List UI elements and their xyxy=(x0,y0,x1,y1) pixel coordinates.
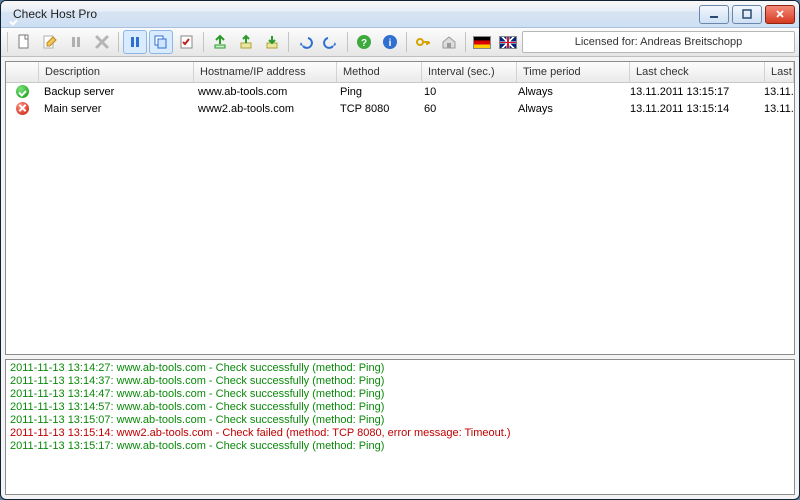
info-icon[interactable]: i xyxy=(378,30,402,54)
log-line: 2011-11-13 13:15:17: www.ab-tools.com - … xyxy=(10,440,790,453)
license-display: Licensed for: Andreas Breitschopp xyxy=(522,31,795,53)
export-up-icon[interactable] xyxy=(234,30,258,54)
window-controls xyxy=(699,5,799,24)
interval-cell: 60 xyxy=(418,102,512,116)
col-interval[interactable]: Interval (sec.) xyxy=(422,62,517,82)
key-icon[interactable] xyxy=(411,30,435,54)
close-button[interactable] xyxy=(765,5,795,24)
redo-icon[interactable] xyxy=(319,30,343,54)
status-error-icon xyxy=(16,102,29,115)
col-status[interactable] xyxy=(6,62,39,82)
window-title: Check Host Pro xyxy=(13,7,97,21)
title-bar: Check Host Pro xyxy=(1,1,799,28)
minimize-button[interactable] xyxy=(699,5,729,24)
export-down-icon[interactable] xyxy=(260,30,284,54)
export-green-icon[interactable] xyxy=(208,30,232,54)
log-line: 2011-11-13 13:15:14: www2.ab-tools.com -… xyxy=(10,427,790,440)
log-pane[interactable]: 2011-11-13 13:14:27: www.ab-tools.com - … xyxy=(5,359,795,495)
table-header: Description Hostname/IP address Method I… xyxy=(6,62,794,83)
undo-icon[interactable] xyxy=(293,30,317,54)
flag-uk-button[interactable] xyxy=(496,30,520,54)
table-body: Backup serverwww.ab-tools.comPing10Alway… xyxy=(6,83,794,354)
last-check-cell: 13.11.2011 13:15:14 xyxy=(624,102,758,116)
delete-icon[interactable] xyxy=(90,30,114,54)
new-icon[interactable] xyxy=(12,30,36,54)
host-list-pane: Description Hostname/IP address Method I… xyxy=(5,61,795,355)
col-description[interactable]: Description xyxy=(39,62,194,82)
log-line: 2011-11-13 13:14:57: www.ab-tools.com - … xyxy=(10,401,790,414)
last-check-cell: 13.11.2011 13:15:17 xyxy=(624,85,758,99)
flag-de-button[interactable] xyxy=(470,30,494,54)
edit-icon[interactable] xyxy=(38,30,62,54)
period-cell: Always xyxy=(512,102,624,116)
content-area: Description Hostname/IP address Method I… xyxy=(1,57,799,499)
host-cell: www.ab-tools.com xyxy=(192,85,334,99)
col-last-change[interactable]: Last status change xyxy=(765,62,794,82)
description-cell: Main server xyxy=(38,102,192,116)
col-last-check[interactable]: Last check xyxy=(630,62,765,82)
app-window: Check Host Pro ? i xyxy=(0,0,800,500)
svg-text:?: ? xyxy=(361,38,367,49)
method-cell: Ping xyxy=(334,85,418,99)
col-period[interactable]: Time period xyxy=(517,62,630,82)
last-change-cell: 13.11.2011 13:06:45 xyxy=(758,102,794,116)
table-row[interactable]: Backup serverwww.ab-tools.comPing10Alway… xyxy=(6,83,794,100)
method-cell: TCP 8080 xyxy=(334,102,418,116)
log-line: 2011-11-13 13:14:47: www.ab-tools.com - … xyxy=(10,388,790,401)
check-all-icon[interactable] xyxy=(175,30,199,54)
license-text: Licensed for: Andreas Breitschopp xyxy=(575,36,743,48)
toolbar: ? i Licensed for: Andreas Breitschopp xyxy=(1,28,799,57)
copy-icon[interactable] xyxy=(149,30,173,54)
log-line: 2011-11-13 13:14:37: www.ab-tools.com - … xyxy=(10,375,790,388)
host-cell: www2.ab-tools.com xyxy=(192,102,334,116)
period-cell: Always xyxy=(512,85,624,99)
log-line: 2011-11-13 13:14:27: www.ab-tools.com - … xyxy=(10,362,790,375)
svg-text:i: i xyxy=(389,38,392,49)
col-method[interactable]: Method xyxy=(337,62,422,82)
flag-uk-icon xyxy=(499,36,517,49)
pause-icon[interactable] xyxy=(64,30,88,54)
description-cell: Backup server xyxy=(38,85,192,99)
status-cell xyxy=(6,101,38,116)
help-icon[interactable]: ? xyxy=(352,30,376,54)
col-host[interactable]: Hostname/IP address xyxy=(194,62,337,82)
status-cell xyxy=(6,84,38,99)
maximize-button[interactable] xyxy=(732,5,762,24)
interval-cell: 10 xyxy=(418,85,512,99)
table-row[interactable]: Main serverwww2.ab-tools.comTCP 808060Al… xyxy=(6,100,794,117)
flag-de-icon xyxy=(473,36,491,49)
log-line: 2011-11-13 13:15:07: www.ab-tools.com - … xyxy=(10,414,790,427)
pause-all-icon[interactable] xyxy=(123,30,147,54)
home-icon[interactable] xyxy=(437,30,461,54)
last-change-cell: 13.11.2011 13:07:00 xyxy=(758,85,794,99)
status-ok-icon xyxy=(16,85,29,98)
